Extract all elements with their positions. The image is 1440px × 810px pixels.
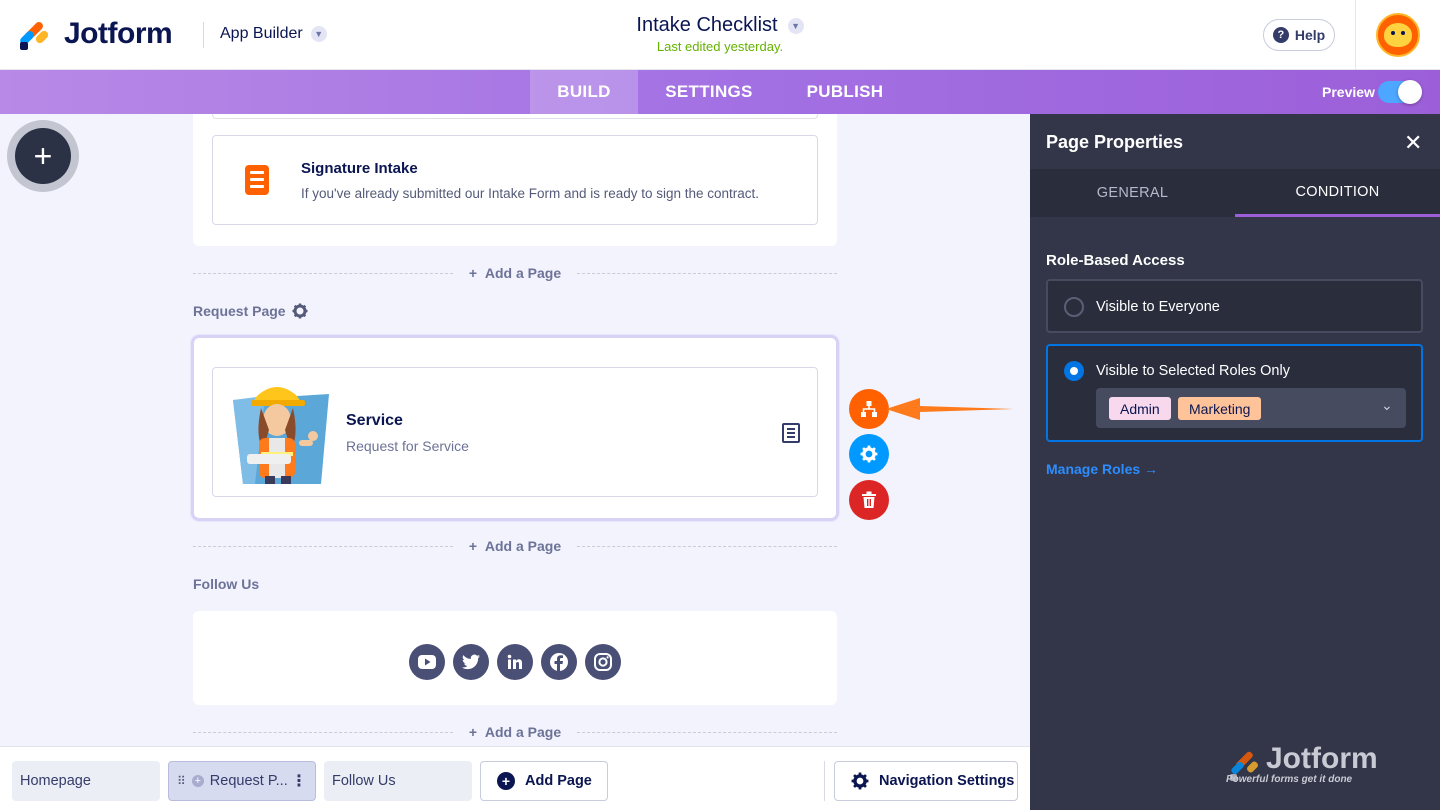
- app-title-dropdown[interactable]: Intake Checklist ▼: [636, 14, 804, 37]
- navigation-settings-button[interactable]: Navigation Settings: [834, 761, 1018, 801]
- tab-condition[interactable]: CONDITION: [1235, 169, 1440, 217]
- bottom-bar-separator: [824, 761, 825, 801]
- preview-label: Preview: [1322, 84, 1375, 100]
- page-tab-label: Request P...: [209, 773, 288, 789]
- page-tab-label: Homepage: [20, 773, 91, 789]
- gear-icon: [851, 772, 869, 790]
- plus-icon: +: [468, 265, 485, 281]
- gear-icon[interactable]: [292, 303, 308, 319]
- role-based-access-label: Role-Based Access: [1046, 252, 1185, 269]
- plus-icon: +: [468, 724, 485, 740]
- option-visible-selected-roles[interactable]: Visible to Selected Roles Only Admin Mar…: [1046, 344, 1423, 442]
- page-properties-panel: Page Properties ✕ GENERAL CONDITION Role…: [1030, 114, 1440, 810]
- option-everyone-label: Visible to Everyone: [1096, 299, 1220, 315]
- facebook-icon[interactable]: [541, 644, 577, 680]
- app-title-area: Intake Checklist ▼ Last edited yesterday…: [0, 14, 1440, 54]
- signature-intake-title: Signature Intake: [301, 160, 418, 177]
- more-options-icon[interactable]: ⋮: [291, 771, 307, 791]
- tab-general[interactable]: GENERAL: [1030, 169, 1235, 217]
- signature-intake-item[interactable]: Signature Intake If you've already submi…: [212, 135, 818, 225]
- page-tabs-bar: Homepage ⠿ + Request P... ⋮ Follow Us + …: [0, 746, 1030, 810]
- service-title: Service: [346, 412, 403, 429]
- previous-item-edge: [212, 114, 818, 119]
- plus-icon: +: [497, 772, 515, 790]
- role-chip-marketing[interactable]: Marketing: [1178, 397, 1262, 420]
- tab-publish[interactable]: PUBLISH: [780, 70, 910, 114]
- add-element-button[interactable]: +: [7, 120, 79, 192]
- add-page-label: Add a Page: [484, 265, 562, 281]
- question-icon: ?: [1272, 27, 1289, 43]
- follow-us-heading: Follow Us: [193, 576, 259, 592]
- roles-select[interactable]: Admin Marketing ⌄: [1096, 388, 1406, 428]
- toggle-knob: [1398, 80, 1422, 104]
- radio-visible-everyone[interactable]: [1064, 297, 1084, 317]
- plus-icon: +: [15, 128, 71, 184]
- tab-build[interactable]: BUILD: [530, 70, 638, 114]
- panel-title: Page Properties: [1046, 132, 1184, 152]
- worker-illustration: [233, 387, 329, 484]
- header-separator: [1355, 0, 1356, 70]
- role-chip-admin[interactable]: Admin: [1109, 397, 1171, 420]
- hierarchy-icon: [861, 401, 877, 417]
- manage-roles-link[interactable]: Manage Roles →: [1046, 461, 1158, 477]
- close-icon[interactable]: ✕: [1404, 130, 1422, 156]
- help-label: Help: [1294, 27, 1326, 43]
- trash-icon: [862, 491, 876, 508]
- service-description: Request for Service: [346, 438, 469, 454]
- page-tab-homepage[interactable]: Homepage: [12, 761, 160, 801]
- jotform-watermark: Jotform Powerful forms get it done: [1226, 742, 1378, 786]
- radio-visible-selected-roles[interactable]: [1064, 361, 1084, 381]
- plus-icon: +: [191, 775, 204, 787]
- panel-tabs: GENERAL CONDITION: [1030, 169, 1440, 217]
- add-page-label: Add a Page: [484, 538, 562, 554]
- form-list-icon: [245, 165, 269, 195]
- option-selected-label: Visible to Selected Roles Only: [1096, 363, 1290, 379]
- instagram-icon[interactable]: [585, 644, 621, 680]
- twitter-icon[interactable]: [453, 644, 489, 680]
- app-header: Jotform App Builder ▼ Intake Checklist ▼…: [0, 0, 1440, 70]
- option-visible-everyone[interactable]: Visible to Everyone: [1046, 279, 1423, 333]
- tab-settings[interactable]: SETTINGS: [638, 70, 780, 114]
- watermark-brand: Jotform: [1266, 742, 1378, 775]
- last-edited-status: Last edited yesterday.: [656, 39, 784, 54]
- document-icon: [782, 423, 800, 443]
- request-page-heading: Request Page: [193, 303, 308, 319]
- chevron-down-icon: ▼: [787, 17, 804, 34]
- page-tab-request-page[interactable]: ⠿ + Request P... ⋮: [168, 761, 316, 801]
- delete-page-button[interactable]: [849, 480, 889, 520]
- help-button[interactable]: ? Help: [1263, 19, 1335, 51]
- gear-icon: [860, 445, 878, 463]
- page-tab-label: Follow Us: [332, 773, 396, 789]
- navigation-settings-label: Navigation Settings: [879, 773, 1015, 789]
- add-page-divider[interactable]: + Add a Page: [193, 723, 837, 743]
- app-title: Intake Checklist: [636, 14, 778, 36]
- signature-intake-description: If you've already submitted our Intake F…: [301, 186, 760, 201]
- linkedin-icon[interactable]: [497, 644, 533, 680]
- service-item[interactable]: Service Request for Service: [212, 367, 818, 497]
- avatar-face-icon: [1384, 23, 1412, 47]
- plus-icon: +: [468, 538, 485, 554]
- builder-canvas: + Signature Intake If you've already sub…: [0, 114, 1030, 746]
- add-page-label: Add a Page: [484, 724, 562, 740]
- add-page-divider[interactable]: + Add a Page: [193, 264, 837, 284]
- youtube-icon[interactable]: [409, 644, 445, 680]
- follow-us-label: Follow Us: [193, 576, 260, 592]
- user-avatar[interactable]: [1376, 13, 1420, 57]
- add-page-divider[interactable]: + Add a Page: [193, 537, 837, 557]
- chevron-down-icon[interactable]: ⌄: [1381, 397, 1393, 414]
- drag-handle-icon[interactable]: ⠿: [177, 774, 186, 788]
- add-page-button[interactable]: + Add Page: [480, 761, 608, 801]
- page-settings-button[interactable]: [849, 434, 889, 474]
- page-condition-button[interactable]: [849, 389, 889, 429]
- jotform-logo-icon: [1230, 748, 1260, 782]
- request-page-label: Request Page: [193, 303, 286, 319]
- builder-navbar: BUILD SETTINGS PUBLISH Preview: [0, 70, 1440, 114]
- page-tab-follow-us[interactable]: Follow Us: [324, 761, 472, 801]
- pointer-arrow-icon: [886, 398, 1014, 420]
- preview-toggle[interactable]: [1378, 80, 1422, 104]
- add-page-button-label: Add Page: [525, 773, 592, 789]
